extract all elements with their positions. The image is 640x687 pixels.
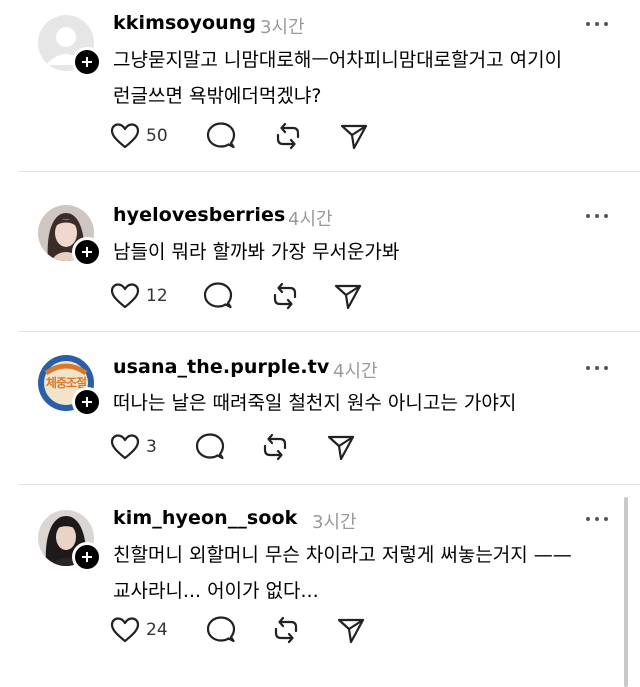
heart-icon xyxy=(110,283,140,309)
comment-bubble-icon xyxy=(195,433,225,460)
send-icon xyxy=(334,284,362,310)
post-text: 그냥묻지말고 니맘대로해ㅡ어차피니맘대로할거고 여기이 런글쓰면 욕밖에더먹겠냐… xyxy=(113,42,613,114)
post-text-line: 친할머니 외할머니 무슨 차이라고 저렇게 써놓는거지 —— xyxy=(113,544,572,566)
repost-icon xyxy=(263,433,287,461)
post-text-line: 그냥묻지말고 니맘대로해ㅡ어차피니맘대로할거고 여기이 xyxy=(113,49,563,71)
comment-bubble-icon xyxy=(206,616,236,643)
thread-post: kim_hyeon__sook 3시간 친할머니 외할머니 무슨 차이라고 저렇… xyxy=(0,485,640,687)
more-dots-icon[interactable] xyxy=(586,515,608,523)
like-count: 24 xyxy=(146,620,168,640)
more-dots-icon[interactable] xyxy=(586,212,608,220)
scrollbar[interactable] xyxy=(624,497,628,687)
post-time: 3시간 xyxy=(260,17,305,38)
post-text-line: 교사라니... 어이가 없다... xyxy=(113,580,319,602)
heart-icon xyxy=(110,123,140,149)
like-count: 50 xyxy=(146,126,168,146)
post-time: 4시간 xyxy=(288,209,333,230)
avatar[interactable] xyxy=(38,510,102,572)
send-icon xyxy=(340,124,368,150)
comment-bubble-icon xyxy=(203,282,233,309)
share-button[interactable] xyxy=(326,432,356,462)
reply-button[interactable] xyxy=(195,432,225,462)
post-text-line: 남들이 뭐라 할까봐 가장 무서운가봐 xyxy=(113,241,400,263)
repost-button[interactable] xyxy=(270,281,300,311)
like-button[interactable]: 3 xyxy=(110,432,157,462)
like-button[interactable]: 24 xyxy=(110,615,168,645)
repost-icon xyxy=(276,122,300,150)
like-button[interactable]: 12 xyxy=(110,281,168,311)
share-button[interactable] xyxy=(339,121,369,151)
post-text-line: 떠나는 날은 때려죽일 철천지 원수 아니고는 가야지 xyxy=(113,392,517,414)
avatar[interactable] xyxy=(38,15,102,77)
follow-plus-icon[interactable] xyxy=(72,387,102,417)
repost-icon xyxy=(274,616,298,644)
more-dots-icon[interactable] xyxy=(586,20,608,28)
follow-plus-icon[interactable] xyxy=(72,237,102,267)
reply-button[interactable] xyxy=(206,615,236,645)
post-text: 떠나는 날은 때려죽일 철천지 원수 아니고는 가야지 xyxy=(113,385,613,421)
thread-post: hyelovesberries 4시간 남들이 뭐라 할까봐 가장 무서운가봐 … xyxy=(0,172,640,332)
post-time: 3시간 xyxy=(312,512,357,533)
like-count: 3 xyxy=(146,437,157,457)
follow-plus-icon[interactable] xyxy=(72,542,102,572)
repost-button[interactable] xyxy=(260,432,290,462)
repost-button[interactable] xyxy=(271,615,301,645)
avatar[interactable]: 체중조절 xyxy=(38,355,102,417)
avatar[interactable] xyxy=(38,205,102,267)
send-icon xyxy=(337,618,365,644)
reply-button[interactable] xyxy=(203,281,233,311)
username[interactable]: usana_the.purple.tv xyxy=(113,356,329,378)
like-button[interactable]: 50 xyxy=(110,121,168,151)
post-text: 남들이 뭐라 할까봐 가장 무서운가봐 xyxy=(113,234,613,270)
username[interactable]: kkimsoyoung xyxy=(113,12,256,34)
thread-post: 체중조절 usana_the.purple.tv 4시간 떠나는 날은 때려죽일… xyxy=(0,332,640,484)
like-count: 12 xyxy=(146,286,168,306)
post-text-line: 런글쓰면 욕밖에더먹겠냐? xyxy=(113,85,322,107)
more-dots-icon[interactable] xyxy=(586,364,608,372)
username[interactable]: hyelovesberries xyxy=(113,204,285,226)
thread-post: kkimsoyoung 3시간 그냥묻지말고 니맘대로해ㅡ어차피니맘대로할거고 … xyxy=(0,0,640,172)
share-button[interactable] xyxy=(333,281,363,311)
repost-icon xyxy=(273,282,297,310)
heart-icon xyxy=(110,434,140,460)
post-time: 4시간 xyxy=(333,361,378,382)
share-button[interactable] xyxy=(336,615,366,645)
send-icon xyxy=(327,435,355,461)
repost-button[interactable] xyxy=(273,121,303,151)
post-text: 친할머니 외할머니 무슨 차이라고 저렇게 써놓는거지 —— 교사라니... 어… xyxy=(113,537,613,609)
follow-plus-icon[interactable] xyxy=(72,47,102,77)
reply-button[interactable] xyxy=(206,121,236,151)
username[interactable]: kim_hyeon__sook xyxy=(113,507,297,529)
heart-icon xyxy=(110,617,140,643)
comment-bubble-icon xyxy=(206,122,236,149)
